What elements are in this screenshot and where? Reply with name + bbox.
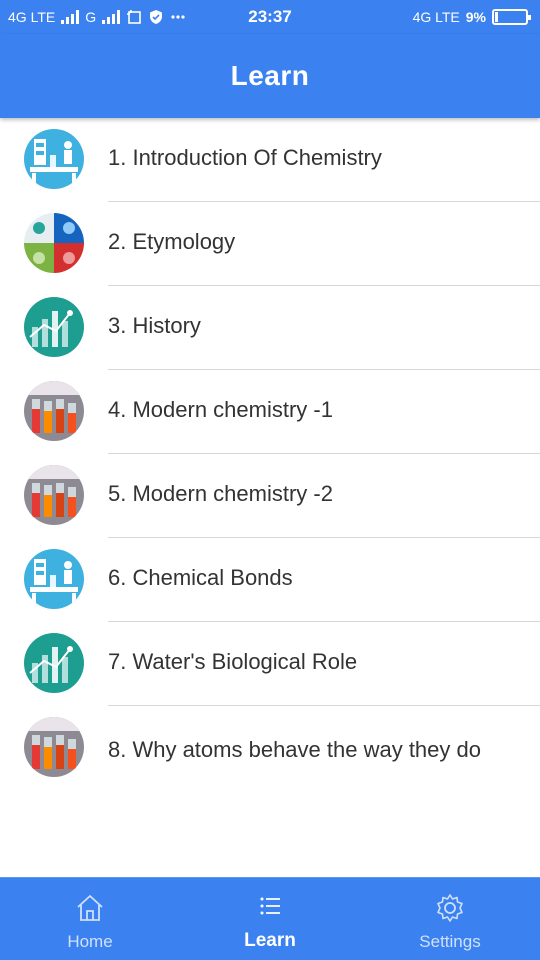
lab-scientist-thumbnail: [24, 549, 84, 609]
app-bar: Learn: [0, 34, 540, 118]
chemical-reactions-thumbnail: [24, 465, 84, 525]
battery-fill: [495, 12, 498, 22]
lesson-title: 6. Chemical Bonds: [108, 565, 293, 590]
lesson-title: 1. Introduction Of Chemistry: [108, 145, 382, 170]
bottom-nav: Home Learn Settings: [0, 877, 540, 960]
nav-learn[interactable]: Learn: [180, 878, 360, 960]
lesson-item-6[interactable]: 6. Chemical Bonds: [0, 538, 540, 622]
home-icon: [74, 892, 106, 924]
history-thumbnail: [24, 297, 84, 357]
history-thumbnail: [24, 633, 84, 693]
battery-icon: [492, 9, 531, 25]
status-right: 4G LTE 9%: [412, 0, 531, 34]
lesson-title: 3. History: [108, 313, 201, 338]
nav-settings-label: Settings: [419, 932, 481, 951]
collage-thumbnail: [24, 213, 84, 273]
lesson-title: 7. Water's Biological Role: [108, 649, 358, 674]
lesson-item-5[interactable]: 5. Modern chemistry -2: [0, 454, 540, 538]
lesson-item-4[interactable]: 4. Modern chemistry -1: [0, 370, 540, 454]
nav-learn-label: Learn: [244, 930, 296, 951]
lesson-title: 2. Etymology: [108, 229, 236, 254]
nav-home[interactable]: Home: [0, 878, 180, 960]
lesson-list: 1. Introduction Of Chemistry 2. Etymolog…: [0, 118, 540, 790]
lesson-title: 4. Modern chemistry -1: [108, 397, 333, 422]
battery-percent: 9%: [465, 9, 486, 25]
lesson-item-1[interactable]: 1. Introduction Of Chemistry: [0, 118, 540, 202]
nav-home-label: Home: [67, 932, 113, 951]
list-icon: [254, 890, 286, 922]
lesson-title: 8. Why atoms behave the way they do: [108, 737, 481, 762]
nav-settings[interactable]: Settings: [360, 878, 540, 960]
network-label-right: 4G LTE: [412, 9, 460, 25]
lesson-item-3[interactable]: 3. History: [0, 286, 540, 370]
chemical-reactions-thumbnail: [24, 717, 84, 777]
lesson-item-2[interactable]: 2. Etymology: [0, 202, 540, 286]
lab-scientist-thumbnail: [24, 129, 84, 189]
lesson-title: 5. Modern chemistry -2: [108, 481, 333, 506]
gear-icon: [434, 892, 466, 924]
status-bar: 4G LTE G 23:37 4G LTE 9%: [0, 0, 540, 34]
page-title: Learn: [230, 60, 310, 91]
lesson-item-7[interactable]: 7. Water's Biological Role: [0, 622, 540, 706]
lesson-item-8[interactable]: 8. Why atoms behave the way they do: [0, 706, 540, 790]
chemical-reactions-thumbnail: [24, 381, 84, 441]
